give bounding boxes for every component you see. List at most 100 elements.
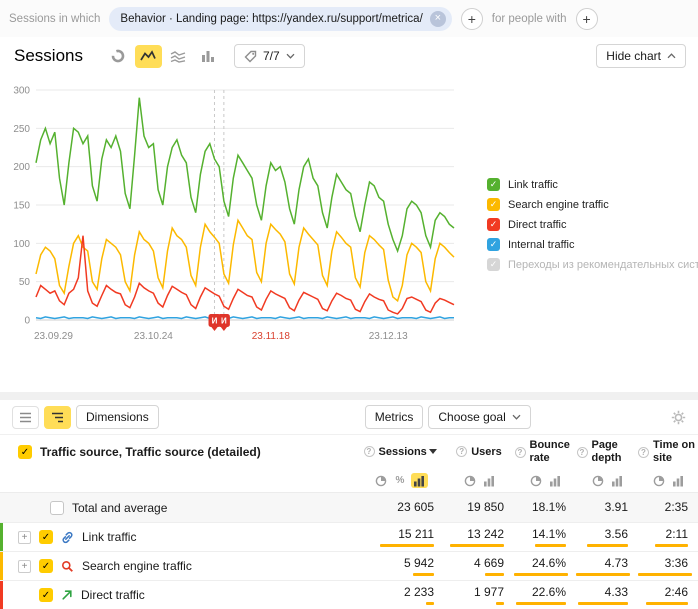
- add-people-filter-button[interactable]: +: [576, 8, 598, 30]
- hide-chart-button[interactable]: Hide chart: [596, 44, 686, 68]
- pie-toggle-icon[interactable]: [373, 473, 390, 488]
- metric-bar: [496, 602, 504, 605]
- row-checkbox[interactable]: ✓: [39, 588, 53, 602]
- donut-chart-icon: [111, 49, 125, 63]
- row-label[interactable]: Direct traffic: [81, 588, 145, 602]
- legend-item[interactable]: ✓Search engine traffic: [487, 198, 695, 211]
- legend-item[interactable]: ✓Переходы из рекомендательных систем: [487, 258, 695, 271]
- metric-cell: 22.6%: [514, 586, 576, 605]
- legend-checkbox[interactable]: ✓: [487, 198, 500, 211]
- legend-item[interactable]: ✓ Internal traffic: [487, 238, 695, 251]
- expand-button[interactable]: +: [18, 531, 31, 544]
- legend-label: Internal traffic: [508, 239, 574, 251]
- column-header-label: Time on site: [653, 439, 698, 464]
- info-icon[interactable]: ?: [456, 446, 467, 457]
- metric-cell: 14.1%: [514, 528, 576, 547]
- legend-checkbox[interactable]: ✓: [487, 258, 500, 271]
- chart-note-pin[interactable]: И: [218, 314, 230, 331]
- metric-value: 19 850: [444, 501, 504, 514]
- flat-list-icon: [19, 412, 32, 423]
- metric-display-toggles: [444, 473, 514, 488]
- row-checkbox[interactable]: [50, 501, 64, 515]
- yandex-metrica-report: Sessions in which Behavior · Landing pag…: [0, 0, 698, 609]
- column-header-time-on-site[interactable]: ? Time on site: [638, 439, 698, 464]
- table-row[interactable]: +✓Link traffic15 21113 24214.1%3.562:11: [0, 522, 698, 551]
- row-label[interactable]: Search engine traffic: [82, 559, 192, 573]
- column-header-sessions[interactable]: ?Sessions: [356, 446, 444, 459]
- bars-toggle-icon[interactable]: [480, 473, 497, 488]
- metric-value: 2:11: [638, 528, 688, 541]
- legend-item[interactable]: ✓ Direct traffic: [487, 218, 695, 231]
- tree-view-button[interactable]: [44, 406, 71, 429]
- metric-cell: 3.91: [576, 501, 638, 514]
- row-color-strip: [0, 552, 3, 580]
- add-session-filter-button[interactable]: +: [461, 8, 483, 30]
- bars-toggle-icon[interactable]: [411, 473, 428, 488]
- expand-button[interactable]: +: [18, 560, 31, 573]
- legend-item[interactable]: ✓Link traffic: [487, 178, 695, 191]
- sort-desc-icon: [429, 449, 437, 454]
- svg-text:50: 50: [19, 277, 31, 288]
- metric-cell: 2:35: [638, 501, 698, 514]
- section-divider: [0, 392, 698, 400]
- info-icon[interactable]: ?: [577, 447, 588, 458]
- row-color-strip: [0, 581, 3, 609]
- pie-toggle-icon[interactable]: [589, 473, 606, 488]
- metric-bar: [638, 573, 692, 576]
- hide-chart-label: Hide chart: [606, 49, 661, 63]
- bars-toggle-icon[interactable]: [669, 473, 686, 488]
- metric-cell: 2:46: [638, 586, 698, 605]
- info-icon[interactable]: ?: [638, 447, 649, 458]
- choose-goal-button[interactable]: Choose goal: [428, 405, 530, 429]
- metric-cell: 1 977: [444, 586, 514, 605]
- pie-toggle-icon[interactable]: [650, 473, 667, 488]
- metric-value: 4.33: [576, 586, 628, 599]
- filter-label-for-people-with: for people with: [492, 13, 567, 25]
- row-name-cell: + ✓ Search engine traffic: [0, 559, 356, 573]
- settings-gear-icon[interactable]: [671, 410, 686, 425]
- bars-toggle-icon[interactable]: [546, 473, 563, 488]
- sessions-line-chart[interactable]: 05010015020025030023.09.2923.10.2423.11.…: [6, 84, 462, 352]
- metric-value: 14.1%: [514, 528, 566, 541]
- info-icon[interactable]: ?: [364, 446, 375, 457]
- table-row[interactable]: ✓Direct traffic2 2331 97722.6%4.332:46: [0, 580, 698, 609]
- svg-text:23.12.13: 23.12.13: [369, 331, 408, 342]
- line-chart-type-button[interactable]: [135, 45, 162, 68]
- column-header-bounce-rate[interactable]: ?Bounce rate: [514, 439, 576, 464]
- legend-checkbox[interactable]: ✓: [487, 238, 500, 251]
- column-header-label: Page depth: [592, 439, 638, 464]
- legend-checkbox[interactable]: ✓: [487, 218, 500, 231]
- row-checkbox[interactable]: ✓: [39, 530, 53, 544]
- metrics-button[interactable]: Metrics: [365, 405, 424, 429]
- row-label[interactable]: Link traffic: [82, 530, 136, 544]
- legend-checkbox[interactable]: ✓: [487, 178, 500, 191]
- pie-chart-type-button[interactable]: [105, 45, 132, 68]
- percent-toggle-icon[interactable]: %: [392, 473, 409, 488]
- row-checkbox[interactable]: ✓: [39, 559, 53, 573]
- segments-dropdown[interactable]: 7/7: [234, 44, 305, 68]
- bars-toggle-icon[interactable]: [608, 473, 625, 488]
- column-chart-type-button[interactable]: [195, 45, 222, 68]
- table-group-header[interactable]: Traffic source, Traffic source (detailed…: [40, 445, 261, 459]
- row-name-cell: + ✓ Link traffic: [0, 530, 356, 544]
- table-row[interactable]: Total and average23 60519 85018.1%3.912:…: [0, 493, 698, 522]
- select-all-checkbox[interactable]: ✓: [18, 445, 32, 459]
- svg-text:200: 200: [13, 162, 30, 173]
- chevron-up-icon: [667, 53, 676, 59]
- column-header-label: Users: [471, 446, 502, 459]
- legend-label: Direct traffic: [508, 219, 566, 231]
- segments-count: 7/7: [263, 49, 280, 63]
- table-row[interactable]: +✓Search engine traffic5 9424 66924.6%4.…: [0, 551, 698, 580]
- pie-toggle-icon[interactable]: [527, 473, 544, 488]
- dimensions-button[interactable]: Dimensions: [76, 405, 159, 429]
- chip-close-icon[interactable]: ×: [430, 11, 446, 27]
- info-icon[interactable]: ?: [515, 447, 526, 458]
- column-header-page-depth[interactable]: ? Page depth: [576, 439, 638, 464]
- column-header-users[interactable]: ? Users: [444, 446, 514, 459]
- chart-header: Sessions 7/7 Hide chart: [14, 42, 686, 70]
- table-group-header-cell: ✓ Traffic source, Traffic source (detail…: [0, 445, 356, 459]
- stacked-chart-type-button[interactable]: [165, 45, 192, 68]
- pie-toggle-icon[interactable]: [461, 473, 478, 488]
- segment-filter-chip[interactable]: Behavior · Landing page: https://yandex.…: [109, 7, 451, 31]
- flat-list-view-button[interactable]: [12, 406, 39, 429]
